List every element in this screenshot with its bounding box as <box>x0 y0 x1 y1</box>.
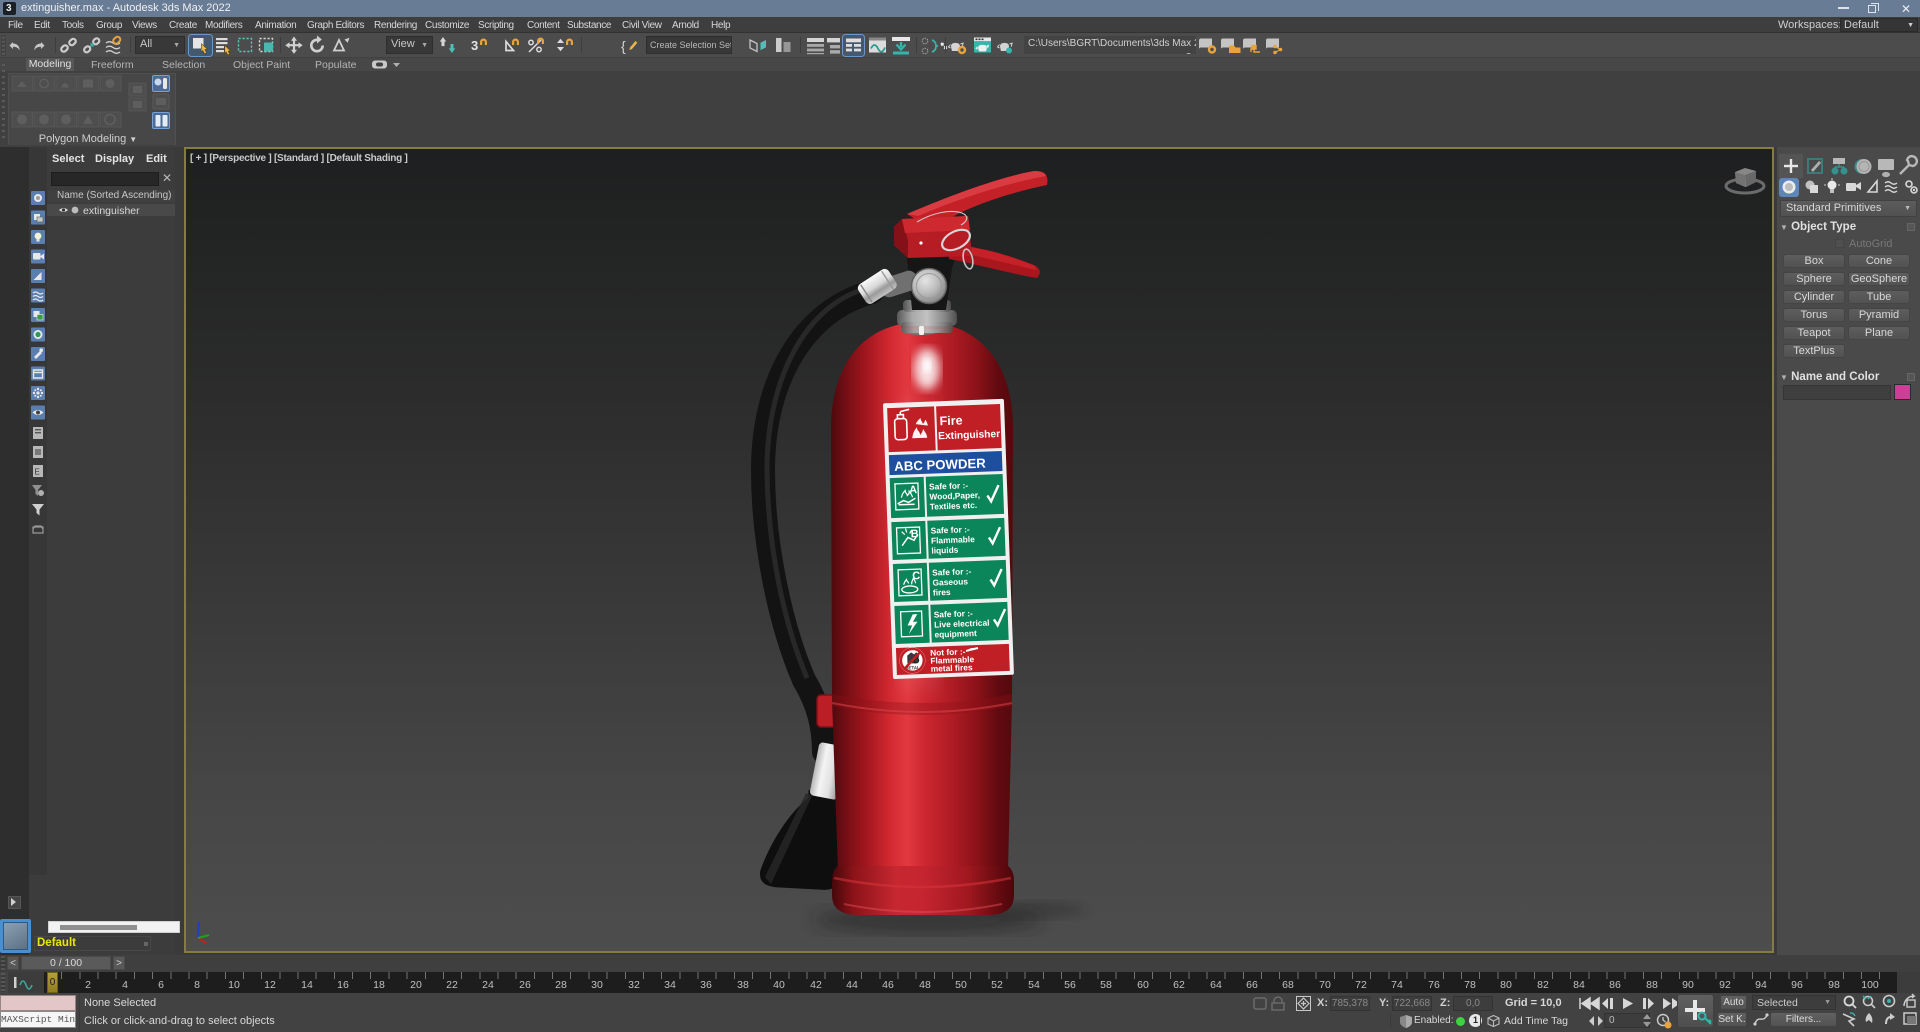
svg-text:B: B <box>911 528 919 540</box>
svg-text:C: C <box>912 570 920 582</box>
svg-text:A: A <box>909 484 917 496</box>
svg-text:metal fires: metal fires <box>931 662 974 674</box>
svg-text:Extinguisher: Extinguisher <box>938 429 1000 442</box>
svg-text:equipment: equipment <box>934 628 977 640</box>
svg-text:E: E <box>35 468 40 477</box>
svg-text:Fire: Fire <box>939 413 962 428</box>
svg-text:liquids: liquids <box>931 545 959 556</box>
svg-text:Textiles etc.: Textiles etc. <box>930 500 978 512</box>
svg-text:Gaseous: Gaseous <box>932 576 968 587</box>
svg-text:{: { <box>621 38 626 54</box>
svg-text:fires: fires <box>933 587 951 598</box>
svg-text:3: 3 <box>471 38 478 53</box>
